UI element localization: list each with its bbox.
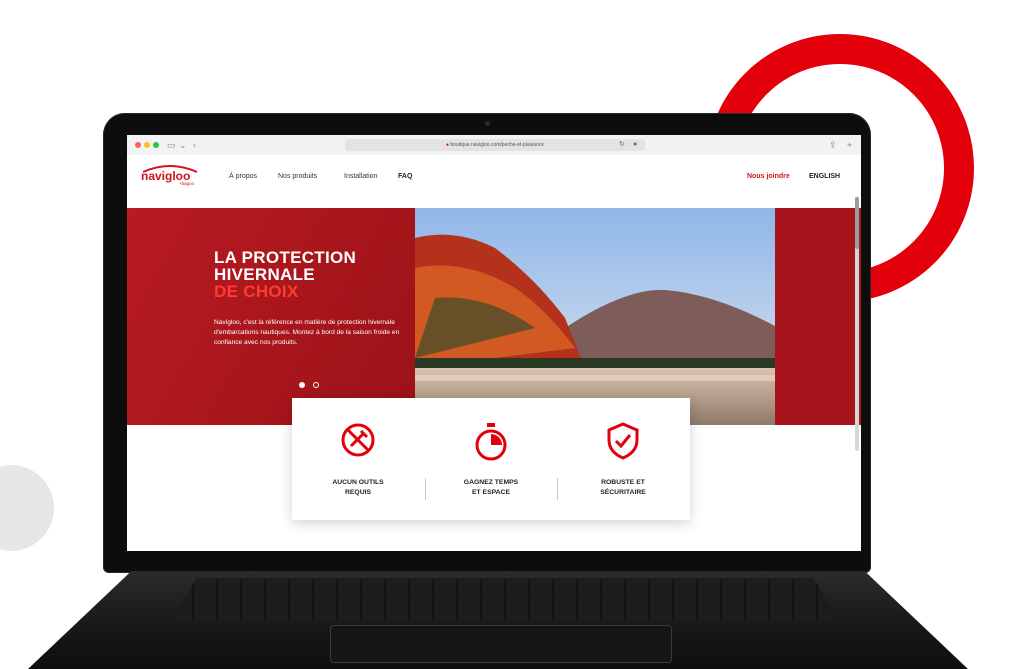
feature-label-line-2: REQUIS xyxy=(344,489,372,496)
feature-label-line-1: GAGNEZ TEMPS xyxy=(463,479,519,486)
privacy-icon[interactable]: ● xyxy=(633,139,637,151)
nav-contact[interactable]: Nous joindre xyxy=(747,173,790,180)
laptop-lid: ▭ ⌄ ‹ ● boutique.navigloo.com/peche-et-p… xyxy=(103,113,871,573)
hero-banner: LA PROTECTION HIVERNALE DE CHOIX Naviglo… xyxy=(127,208,861,425)
feature-label-line-1: AUCUN OUTILS xyxy=(332,479,384,486)
feature-time-space: GAGNEZ TEMPS ET ESPACE xyxy=(425,398,557,520)
hero-side-panel xyxy=(775,208,861,425)
share-icon[interactable]: ⇪ xyxy=(829,139,837,151)
navigloo-logo-mark: navigloo +bagoo xyxy=(141,165,198,186)
logo-subtext: +bagoo xyxy=(179,181,195,186)
nav-language-toggle[interactable]: ENGLISH xyxy=(809,173,840,180)
feature-label-line-2: SÉCURITAIRE xyxy=(600,489,646,496)
autumn-lake-photo xyxy=(415,208,775,425)
browser-toolbar: ▭ ⌄ ‹ ● boutique.navigloo.com/peche-et-p… xyxy=(127,135,861,156)
navigloo-logo[interactable]: navigloo +bagoo xyxy=(139,162,201,186)
shield-check-icon xyxy=(607,422,639,460)
carousel-dot-active[interactable] xyxy=(299,382,305,388)
feature-no-tools: AUCUN OUTILS REQUIS xyxy=(292,398,424,520)
close-window-button[interactable] xyxy=(135,142,141,148)
nav-faq[interactable]: FAQ xyxy=(398,173,412,180)
hero-description: Navigloo, c'est la référence en matière … xyxy=(214,319,400,346)
back-icon[interactable]: ‹ xyxy=(193,139,196,151)
hero-title-accent: DE CHOIX xyxy=(214,282,299,301)
features-card: AUCUN OUTILS REQUIS GAGNEZ TEMPS ET ESPA… xyxy=(292,398,690,520)
hero-title: LA PROTECTION HIVERNALE DE CHOIX xyxy=(214,249,414,300)
feature-label: ROBUSTE ET SÉCURITAIRE xyxy=(565,478,681,498)
reload-icon[interactable]: ↻ xyxy=(619,139,625,151)
feature-label-line-1: ROBUSTE ET xyxy=(601,479,645,486)
plus-icon[interactable]: + xyxy=(847,139,852,151)
feature-label-line-2: ET ESPACE xyxy=(471,489,511,496)
zoom-window-button[interactable] xyxy=(153,142,159,148)
nav-installation[interactable]: Installation xyxy=(344,173,377,180)
sidebar-icon[interactable]: ▭ xyxy=(167,139,176,151)
feature-label: GAGNEZ TEMPS ET ESPACE xyxy=(433,478,549,498)
page-scrollbar[interactable] xyxy=(855,197,859,451)
hero-title-line-2: HIVERNALE xyxy=(214,265,315,284)
address-bar[interactable]: ● boutique.navigloo.com/peche-et-plaisan… xyxy=(345,139,645,151)
hero-title-line-1: LA PROTECTION xyxy=(214,248,357,267)
address-bar-url: boutique.navigloo.com/peche-et-plaisance xyxy=(450,142,545,148)
decorative-grey-circle xyxy=(0,465,54,551)
laptop-trackpad xyxy=(330,625,672,663)
scrollbar-thumb[interactable] xyxy=(855,197,859,249)
laptop-screen: ▭ ⌄ ‹ ● boutique.navigloo.com/peche-et-p… xyxy=(127,135,861,551)
nav-products[interactable]: Nos produits xyxy=(278,173,317,180)
feature-safety: ROBUSTE ET SÉCURITAIRE xyxy=(557,398,689,520)
site-header: navigloo +bagoo À propos Nos produits In… xyxy=(127,155,861,197)
webcam xyxy=(485,121,490,126)
no-tools-icon xyxy=(341,423,375,457)
hero-text-panel xyxy=(127,208,415,425)
stopwatch-icon xyxy=(475,423,507,461)
carousel-dot-2[interactable] xyxy=(313,382,319,388)
laptop-keyboard xyxy=(170,578,840,622)
feature-label: AUCUN OUTILS REQUIS xyxy=(300,478,416,498)
site-favicon-icon: ● xyxy=(445,142,449,148)
chevron-down-icon[interactable]: ⌄ xyxy=(179,139,187,151)
nav-about[interactable]: À propos xyxy=(229,173,257,180)
minimize-window-button[interactable] xyxy=(144,142,150,148)
